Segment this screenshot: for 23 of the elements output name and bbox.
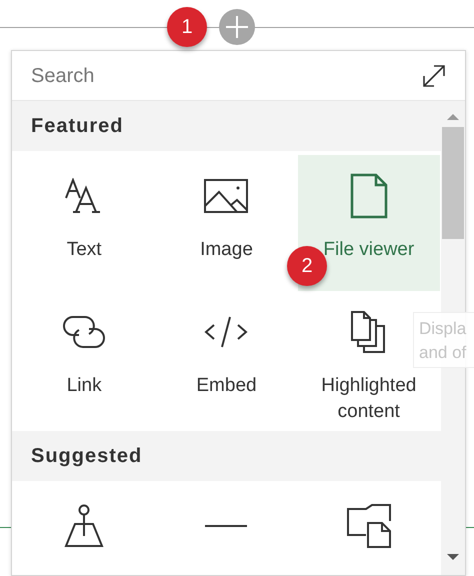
documents-icon [346,503,392,549]
scroll-down-icon[interactable] [447,553,459,561]
scroll-up-icon[interactable] [447,113,459,121]
search-field[interactable]: Search [31,60,422,90]
code-icon [204,315,248,349]
tile-label: Text [66,238,103,262]
stacked-documents-icon [350,310,388,354]
section-header: Featured [12,101,441,151]
map-pin-icon [63,504,106,548]
numbered-callout: 1 [167,7,207,47]
add-button[interactable] [219,9,255,45]
horizontal-line-icon [205,524,248,528]
section-header: Suggested [12,431,441,481]
tile-label: Highlighted content [320,374,418,424]
scroll-thumb[interactable] [442,127,464,239]
image-icon [203,178,250,214]
plus-icon [226,16,248,38]
link-icon [61,315,108,349]
tile-label: Image [199,238,254,262]
tile-label: Embed [195,374,258,398]
expand-icon[interactable] [422,64,446,88]
tile-label: Link [66,374,103,398]
document-icon [350,173,388,219]
